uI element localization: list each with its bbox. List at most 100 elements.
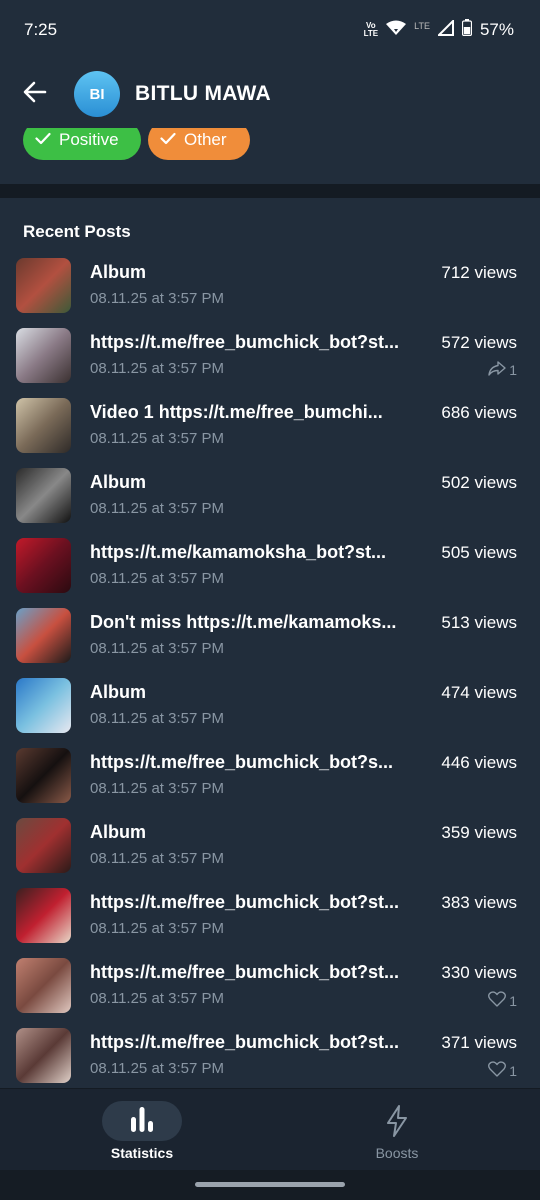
post-row[interactable]: https://t.me/kamamoksha_bot?st... 08.11.2… [0,538,540,608]
post-date: 08.11.25 at 3:57 PM [90,500,224,517]
post-thumbnail [16,538,71,593]
share-icon [488,361,506,379]
bar-chart-icon [130,1105,154,1138]
battery-percent: 57% [479,20,514,39]
post-thumbnail [16,1028,71,1083]
post-thumbnail [16,678,71,733]
nav-statistics[interactable]: Statistics [7,1089,277,1171]
post-row[interactable]: Album 08.11.25 at 3:57 PM 502 views [0,468,540,538]
post-title: Don't miss https://t.me/kamamoks... [90,612,397,632]
post-date: 08.11.25 at 3:57 PM [90,990,224,1007]
post-thumbnail [16,328,71,383]
post-title: https://t.me/free_bumchick_bot?st... [90,892,400,912]
post-reactions: 1 [488,991,517,1010]
post-row[interactable]: https://t.me/free_bumchick_bot?st... 08.1… [0,888,540,958]
post-row[interactable]: https://t.me/free_bumchick_bot?st... 08.1… [0,958,540,1028]
post-thumbnail [16,958,71,1013]
post-title: https://t.me/free_bumchick_bot?st... [90,1032,400,1052]
post-date: 08.11.25 at 3:57 PM [90,360,224,377]
post-views: 513 views [441,613,517,632]
post-views: 505 views [441,543,517,562]
post-date: 08.11.25 at 3:57 PM [90,920,224,937]
post-date: 08.11.25 at 3:57 PM [90,1060,224,1077]
chip-positive[interactable]: Positive [23,128,141,160]
post-title: https://t.me/free_bumchick_bot?s... [90,752,394,772]
post-views: 371 views [441,1033,517,1052]
post-views: 572 views [441,333,517,352]
post-views: 330 views [441,963,517,982]
lightning-icon [377,1101,417,1141]
post-row[interactable]: Album 08.11.25 at 3:57 PM 359 views [0,818,540,888]
post-views: 474 views [441,683,517,702]
avatar-initials: BI [89,85,105,103]
wifi-icon [386,20,407,41]
post-title: https://t.me/free_bumchick_bot?st... [90,332,400,352]
chip-label: Positive [59,130,119,149]
chip-label: Other [184,130,227,149]
heart-icon [488,1061,507,1080]
post-title: Album [90,262,146,282]
post-date: 08.11.25 at 3:57 PM [90,430,224,447]
gesture-area [0,1170,540,1200]
post-row[interactable]: Album 08.11.25 at 3:57 PM 712 views [0,258,540,328]
nav-label: Statistics [110,1145,174,1161]
channel-avatar[interactable]: BI [74,71,120,117]
post-thumbnail [16,608,71,663]
post-views: 359 views [441,823,517,842]
post-date: 08.11.25 at 3:57 PM [90,780,224,797]
recent-posts-section: Recent Posts Album 08.11.25 at 3:57 PM 712… [0,198,540,1088]
post-date: 08.11.25 at 3:57 PM [90,640,224,657]
reaction-count: 1 [509,992,517,1009]
status-bar: 7:25 Vo LTE LTE 57% [0,0,540,60]
post-reactions: 1 [488,361,517,379]
reaction-count: 1 [509,1062,517,1079]
signal-icon [436,18,454,41]
post-title: Album [90,472,146,492]
post-views: 383 views [441,893,517,912]
post-thumbnail [16,818,71,873]
check-icon [160,130,176,150]
status-time: 7:25 [24,20,58,39]
header: BI BITLU MAWA [0,60,540,128]
bottom-navigation: Statistics Boosts [0,1088,540,1170]
channel-title: BITLU MAWA [135,82,271,105]
volte-icon: Vo LTE [363,21,379,38]
back-arrow-icon [23,81,47,108]
lte-label: LTE [414,21,430,31]
post-thumbnail [16,748,71,803]
reaction-count: 1 [509,362,517,378]
post-views: 446 views [441,753,517,772]
post-row[interactable]: Video 1 https://t.me/free_bumchi... 08.11… [0,398,540,468]
check-icon [35,130,51,150]
post-thumbnail [16,468,71,523]
post-thumbnail [16,888,71,943]
post-date: 08.11.25 at 3:57 PM [90,850,224,867]
back-button[interactable] [0,60,70,128]
heart-icon [488,991,507,1010]
status-icons: Vo LTE LTE 57% [363,18,514,41]
post-thumbnail [16,258,71,313]
post-date: 08.11.25 at 3:57 PM [90,570,224,587]
post-title: Album [90,822,146,842]
post-views: 712 views [441,263,517,282]
post-row[interactable]: https://t.me/free_bumchick_bot?st... 08.1… [0,328,540,398]
post-views: 502 views [441,473,517,492]
nav-active-pill [102,1101,182,1141]
section-title: Recent Posts [23,222,131,241]
post-title: Album [90,682,146,702]
sentiment-chips: Positive Other [0,128,540,184]
post-title: https://t.me/free_bumchick_bot?st... [90,962,400,982]
post-row[interactable]: https://t.me/free_bumchick_bot?s... 08.11… [0,748,540,818]
battery-icon [461,19,473,41]
post-views: 686 views [441,403,517,422]
post-row[interactable]: https://t.me/free_bumchick_bot?st... 08.1… [0,1028,540,1088]
post-date: 08.11.25 at 3:57 PM [90,290,224,307]
home-gesture-bar[interactable] [195,1182,345,1187]
nav-boosts[interactable]: Boosts [262,1089,532,1171]
post-row[interactable]: Album 08.11.25 at 3:57 PM 474 views [0,678,540,748]
chip-other[interactable]: Other [148,128,250,160]
post-reactions: 1 [488,1061,517,1080]
post-row[interactable]: Don't miss https://t.me/kamamoks... 08.11… [0,608,540,678]
post-title: https://t.me/kamamoksha_bot?st... [90,542,387,562]
section-divider [0,184,540,198]
